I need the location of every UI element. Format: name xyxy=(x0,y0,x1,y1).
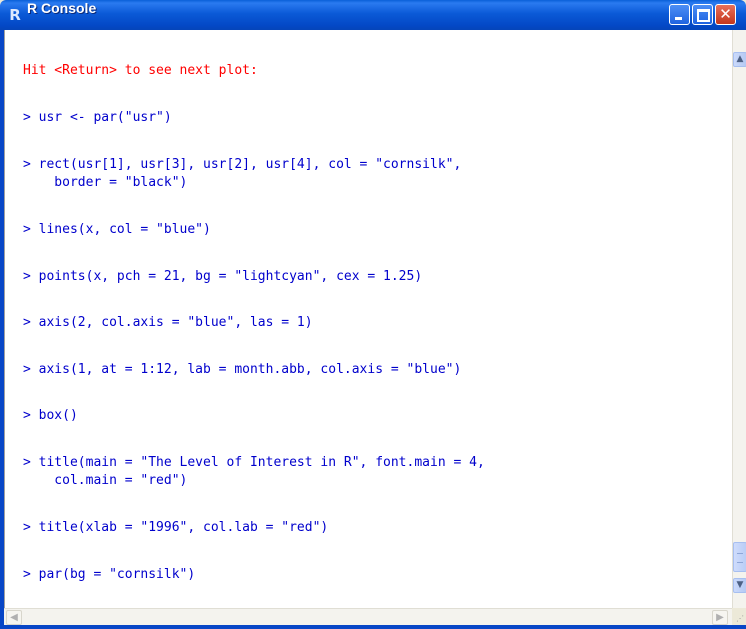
minimize-button[interactable] xyxy=(669,4,690,25)
chevron-up-icon: ▲ xyxy=(736,54,744,64)
console-line: col.main = "red") xyxy=(23,473,188,488)
title-bar[interactable]: R R Console ✕ xyxy=(0,0,746,30)
console-line: > title(main = "The Level of Interest in… xyxy=(23,455,485,470)
scroll-left-button[interactable]: ◀ xyxy=(6,610,22,625)
console-line: > axis(1, at = 1:12, lab = month.abb, co… xyxy=(23,362,462,377)
console-line: > title(xlab = "1996", col.lab = "red") xyxy=(23,520,329,535)
window-bottom-border xyxy=(0,625,746,629)
console-line: > box() xyxy=(23,408,78,423)
console-line: > rect(usr[1], usr[3], usr[2], usr[4], c… xyxy=(23,157,462,172)
r-console-window: R R Console ✕ Hit <Return> to see next p… xyxy=(0,0,746,629)
console-line: border = "black") xyxy=(23,175,188,190)
resize-grip-icon: ⋰ xyxy=(736,614,744,623)
size-grip[interactable]: ⋰ xyxy=(732,608,746,625)
scroll-down-button[interactable]: ▼ xyxy=(733,578,746,593)
grip-icon xyxy=(737,553,743,563)
console-line: > points(x, pch = 21, bg = "lightcyan", … xyxy=(23,269,423,284)
console-line: > lines(x, col = "blue") xyxy=(23,222,211,237)
window-title: R Console xyxy=(27,0,97,16)
maximize-icon xyxy=(697,9,710,22)
minimize-icon xyxy=(675,17,682,20)
vertical-scrollbar[interactable]: ▲ ▼ xyxy=(732,30,746,608)
close-icon: ✕ xyxy=(719,5,732,23)
chevron-right-icon: ▶ xyxy=(716,612,724,623)
console-line: > usr <- par("usr") xyxy=(23,110,172,125)
chevron-left-icon: ◀ xyxy=(10,612,18,623)
chevron-down-icon: ▼ xyxy=(736,580,744,590)
scroll-thumb[interactable] xyxy=(733,542,746,572)
scroll-up-button[interactable]: ▲ xyxy=(733,52,746,67)
maximize-button[interactable] xyxy=(692,4,713,25)
scroll-right-button[interactable]: ▶ xyxy=(712,610,728,625)
console-output[interactable]: Hit <Return> to see next plot: > usr <- … xyxy=(4,30,733,608)
close-button[interactable]: ✕ xyxy=(715,4,736,25)
console-line: > axis(2, col.axis = "blue", las = 1) xyxy=(23,315,313,330)
console-line: > par(bg = "cornsilk") xyxy=(23,567,196,582)
horizontal-scrollbar[interactable]: ◀ ▶ xyxy=(4,608,732,626)
r-logo-icon[interactable]: R xyxy=(7,7,23,23)
prompt-notice: Hit <Return> to see next plot: xyxy=(23,63,258,78)
